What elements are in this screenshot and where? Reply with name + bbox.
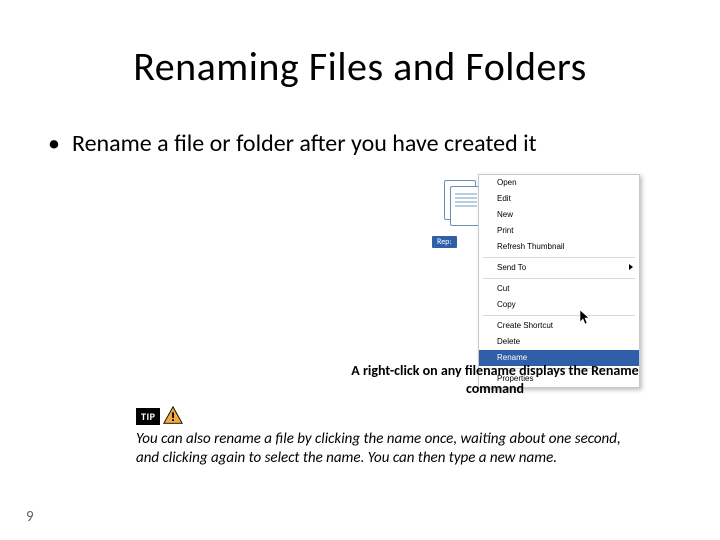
tip-text: You can also rename a file by clicking t…: [136, 430, 636, 468]
menu-item-open[interactable]: Open: [479, 175, 639, 191]
bullet-item: • Rename a file or folder after you have…: [48, 130, 672, 159]
menu-item-cut[interactable]: Cut: [479, 281, 639, 297]
menu-separator: [483, 257, 635, 258]
menu-item-edit[interactable]: Edit: [479, 191, 639, 207]
menu-item-refresh-thumbnail[interactable]: Refresh Thumbnail: [479, 239, 639, 255]
menu-separator: [483, 315, 635, 316]
document-icon: [440, 178, 482, 228]
context-menu: Open Edit New Print Refresh Thumbnail Se…: [478, 174, 640, 388]
menu-separator: [483, 278, 635, 279]
bullet-dot: •: [48, 130, 60, 159]
slide-title: Renaming Files and Folders: [0, 42, 720, 91]
menu-item-send-to[interactable]: Send To: [479, 260, 639, 276]
menu-item-new[interactable]: New: [479, 207, 639, 223]
tip-badge: TIP: [136, 402, 188, 430]
menu-item-create-shortcut[interactable]: Create Shortcut: [479, 318, 639, 334]
warning-icon: [162, 405, 184, 427]
page-number: 9: [26, 508, 34, 526]
figure-caption: A right-click on any filename displays t…: [330, 362, 660, 397]
menu-item-print[interactable]: Print: [479, 223, 639, 239]
bullet-text: Rename a file or folder after you have c…: [72, 130, 537, 159]
slide: Renaming Files and Folders • Rename a fi…: [0, 0, 720, 540]
menu-item-delete[interactable]: Delete: [479, 334, 639, 350]
file-label: Rep:: [432, 236, 457, 248]
menu-item-copy[interactable]: Copy: [479, 297, 639, 313]
context-menu-figure: Rep: Open Edit New Print Refresh Thumbna…: [432, 174, 640, 358]
tip-label: TIP: [136, 408, 160, 425]
